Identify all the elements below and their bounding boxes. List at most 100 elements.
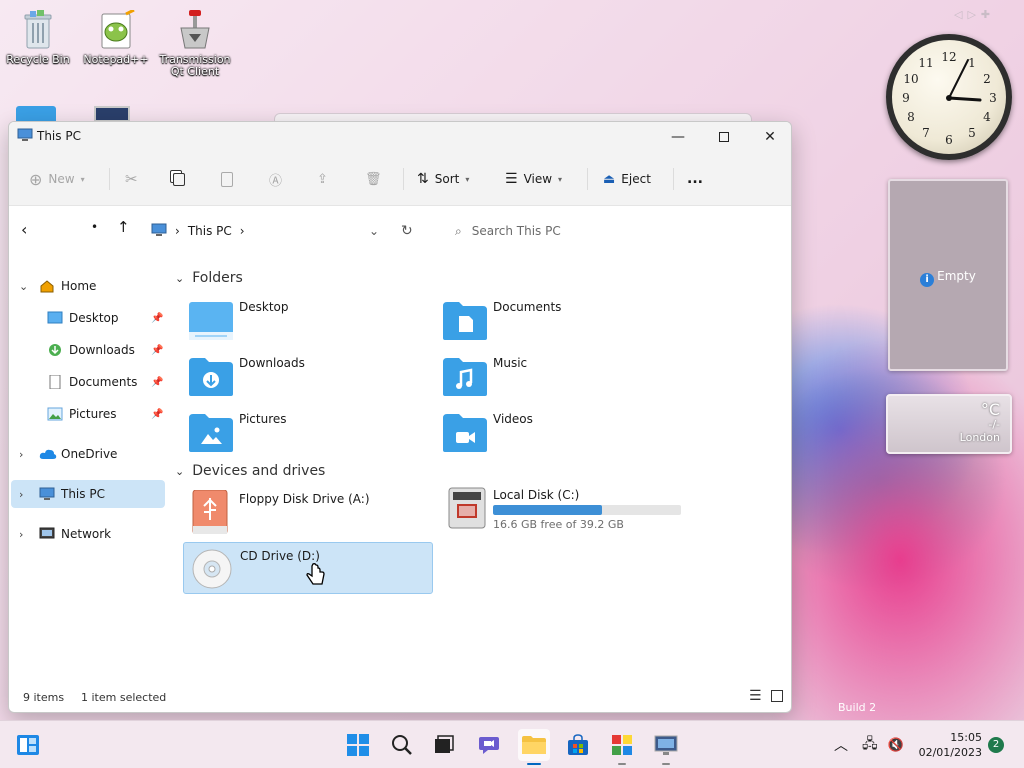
details-view-icon[interactable]: ☰	[749, 688, 762, 704]
breadcrumb-chevron-icon: ›	[239, 224, 245, 238]
desktop-icon-recycle-bin[interactable]: Recycle Bin	[2, 10, 74, 66]
drives-header-label: Devices and drives	[192, 463, 326, 479]
desktop-icon-transmission[interactable]: Transmission Qt Client	[159, 10, 231, 78]
chevron-down-icon: ▾	[80, 174, 85, 184]
nav-item-this-pc[interactable]: › This PC	[11, 480, 165, 508]
weather-temp: -/-	[988, 418, 1000, 431]
sort-button[interactable]: ⇅ Sort ▾	[417, 166, 469, 192]
search-taskbar-button[interactable]	[386, 729, 418, 761]
nav-item-network[interactable]: › Network	[11, 520, 165, 548]
cut-button[interactable]: ✂	[125, 166, 138, 192]
folder-tile-pictures[interactable]: Pictures	[183, 406, 433, 456]
transmission-icon	[175, 10, 215, 50]
start-button[interactable]	[342, 729, 374, 761]
collapsed-chevron-icon[interactable]: ›	[19, 528, 23, 541]
maximize-button[interactable]	[701, 122, 747, 152]
taskbar: ︿ 🖧 🔇 15:05 02/01/2023 2	[0, 720, 1024, 768]
search-box[interactable]: ⌕ Search This PC	[445, 217, 775, 245]
maximize-icon	[719, 132, 729, 142]
collapsed-chevron-icon[interactable]: ›	[19, 488, 23, 501]
network-status-icon[interactable]: 🖧	[862, 733, 878, 757]
separator	[587, 168, 588, 190]
breadcrumb-this-pc[interactable]: This PC	[188, 224, 232, 238]
widgets-button[interactable]	[12, 729, 44, 761]
nav-label-home: Home	[61, 279, 97, 293]
file-explorer-window: This PC — ✕ ⊕ New ▾ ✂ Ⓐ ⇪ 🗑 ⇅ Sort ▾ ☰ V…	[8, 121, 792, 713]
chevron-up-icon[interactable]: ︿	[834, 735, 848, 755]
svg-text:1: 1	[968, 56, 976, 70]
separator	[403, 168, 404, 190]
svg-text:2: 2	[983, 72, 991, 86]
folder-tile-desktop[interactable]: Desktop	[183, 294, 433, 344]
command-bar: ⊕ New ▾ ✂ Ⓐ ⇪ 🗑 ⇅ Sort ▾ ☰ View ▾ ⏏ Ejec…	[9, 152, 791, 206]
drive-tile-local-disk[interactable]: Local Disk (C:) 16.6 GB free of 39.2 GB	[437, 484, 697, 538]
app-button[interactable]	[606, 729, 638, 765]
nav-item-downloads[interactable]: Downloads 📌	[11, 336, 165, 364]
folder-tile-music[interactable]: Music	[437, 350, 687, 400]
back-button[interactable]: ‹	[21, 220, 27, 239]
title-bar[interactable]: This PC — ✕	[9, 122, 791, 152]
expanded-chevron-icon[interactable]: ⌄	[19, 280, 28, 293]
paste-button[interactable]	[221, 166, 233, 192]
system-app-button[interactable]	[650, 729, 682, 765]
nav-item-home[interactable]: ⌄ Home	[11, 272, 165, 300]
address-bar[interactable]: › This PC › ⌄ ↻	[151, 217, 441, 245]
taskbar-clock[interactable]: 15:05 02/01/2023	[916, 730, 982, 760]
weather-unit: °C	[980, 400, 1000, 419]
refresh-icon[interactable]: ↻	[401, 223, 413, 239]
nav-item-pictures[interactable]: Pictures 📌	[11, 400, 165, 428]
folders-section-header[interactable]: ⌄ Folders	[175, 270, 243, 286]
nav-item-onedrive[interactable]: › OneDrive	[11, 440, 165, 468]
desktop-icon-folder[interactable]	[16, 106, 56, 122]
desktop-icon-notepadpp[interactable]: Notepad++	[80, 8, 152, 66]
documents-icon	[47, 374, 63, 390]
minimize-button[interactable]: —	[655, 122, 701, 152]
address-dropdown-icon[interactable]: ⌄	[369, 224, 379, 238]
cd-drive-icon	[188, 547, 236, 591]
collapsed-chevron-icon[interactable]: ›	[19, 448, 23, 461]
trash-icon: 🗑	[365, 171, 382, 187]
folder-tile-documents[interactable]: Documents	[437, 294, 687, 344]
drives-section-header[interactable]: ⌄ Devices and drives	[175, 463, 325, 479]
nav-item-documents[interactable]: Documents 📌	[11, 368, 165, 396]
chat-button[interactable]	[474, 729, 506, 761]
more-button[interactable]: ...	[687, 166, 703, 192]
file-explorer-taskbar-button[interactable]	[518, 729, 550, 765]
search-icon: ⌕	[455, 223, 462, 238]
music-folder-icon	[441, 354, 489, 398]
eject-button[interactable]: ⏏ Eject	[603, 166, 651, 192]
desktop-icon-monitor[interactable]	[94, 106, 130, 122]
folder-tile-downloads[interactable]: Downloads	[183, 350, 433, 400]
delete-button[interactable]: 🗑	[365, 166, 382, 192]
desktop-folder-icon	[47, 311, 63, 325]
more-label: ...	[687, 171, 703, 187]
empty-gadget-label: Empty	[937, 269, 976, 283]
view-button[interactable]: ☰ View ▾	[505, 166, 562, 192]
status-bar: 9 items 1 item selected ☰	[9, 684, 791, 712]
nav-item-desktop[interactable]: Desktop 📌	[11, 304, 165, 332]
volume-muted-icon[interactable]: 🔇	[888, 738, 904, 753]
close-button[interactable]: ✕	[747, 122, 791, 152]
new-button[interactable]: ⊕ New ▾	[29, 166, 85, 192]
copy-button[interactable]	[173, 166, 185, 192]
search-placeholder: Search This PC	[471, 224, 561, 238]
share-button[interactable]: ⇪	[317, 166, 328, 192]
downloads-icon	[47, 343, 63, 357]
drive-tile-floppy[interactable]: Floppy Disk Drive (A:)	[183, 486, 433, 536]
folder-tile-videos[interactable]: Videos	[437, 406, 687, 456]
rename-button[interactable]: Ⓐ	[269, 166, 282, 192]
transmission-label: Transmission Qt Client	[159, 53, 231, 78]
weather-city: London	[959, 431, 1000, 444]
rename-icon: Ⓐ	[269, 173, 283, 189]
nav-label-this-pc: This PC	[61, 487, 105, 501]
tiles-view-icon[interactable]	[771, 690, 783, 702]
notification-badge[interactable]: 2	[988, 737, 1004, 753]
downloads-folder-icon	[187, 354, 235, 398]
gadget-nav-icon[interactable]: ◁▷✚	[954, 8, 995, 21]
task-view-button[interactable]	[428, 729, 460, 761]
view-icon: ☰	[505, 171, 518, 187]
forward-button[interactable]: •	[91, 220, 98, 234]
up-button[interactable]: ↑	[117, 218, 130, 236]
store-button[interactable]	[562, 729, 594, 761]
chevron-down-icon: ⌄	[175, 271, 185, 285]
